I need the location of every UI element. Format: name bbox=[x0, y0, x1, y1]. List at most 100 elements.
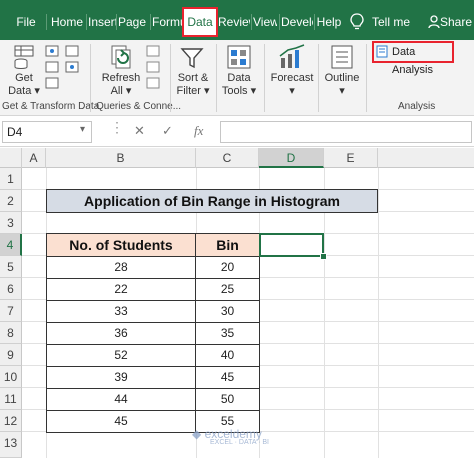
data-tools-label-2: Tools ▾ bbox=[221, 85, 257, 97]
data-tools-icon bbox=[227, 45, 251, 69]
column-header-a[interactable]: A bbox=[22, 148, 46, 168]
formula-bar-more-icon: ⋮ bbox=[110, 119, 124, 135]
tab-insert[interactable]: Insert bbox=[88, 9, 116, 35]
row-header-2[interactable]: 2 bbox=[0, 190, 22, 212]
get-data-button[interactable]: Get Data ▾ bbox=[8, 72, 40, 98]
group-label-queries: Queries & Conne... bbox=[96, 101, 182, 112]
ribbon-separator bbox=[264, 44, 265, 112]
column-header-bar: A B C D E bbox=[0, 148, 474, 168]
data-analysis-icon bbox=[376, 45, 388, 58]
row-header-9[interactable]: 9 bbox=[0, 344, 22, 366]
header-cell-bin[interactable]: Bin bbox=[195, 233, 260, 257]
tab-divider bbox=[46, 14, 47, 30]
sort-filter-button[interactable]: Sort & Filter ▾ bbox=[174, 72, 212, 98]
exceldemy-watermark: ◆ exceldemy EXCEL · DATA · BI bbox=[192, 427, 269, 446]
row-header-8[interactable]: 8 bbox=[0, 322, 22, 344]
cell-students[interactable]: 44 bbox=[46, 389, 196, 411]
cell-bin[interactable]: 35 bbox=[195, 323, 260, 345]
cell-bin[interactable]: 45 bbox=[195, 367, 260, 389]
fill-handle[interactable] bbox=[320, 253, 327, 260]
tab-home[interactable]: Home bbox=[50, 9, 84, 35]
row-header-12[interactable]: 12 bbox=[0, 410, 22, 432]
tab-data-highlight bbox=[182, 7, 218, 37]
row-header-10[interactable]: 10 bbox=[0, 366, 22, 388]
tab-divider bbox=[279, 14, 280, 30]
refresh-label-1: Refresh bbox=[101, 72, 141, 84]
row-header-7[interactable]: 7 bbox=[0, 300, 22, 322]
forecast-button[interactable]: Forecast ▾ bbox=[270, 72, 314, 98]
name-box[interactable]: D4 bbox=[2, 121, 92, 143]
data-tools-label-1: Data bbox=[227, 72, 251, 84]
cell-students[interactable]: 22 bbox=[46, 279, 196, 301]
tab-review[interactable]: Review bbox=[218, 9, 250, 35]
data-tools-button[interactable]: Data Tools ▾ bbox=[220, 72, 258, 98]
sheet-title-cell[interactable]: Application of Bin Range in Histogram bbox=[46, 189, 378, 213]
column-header-d[interactable]: D bbox=[259, 148, 324, 168]
cell-bin[interactable]: 50 bbox=[195, 389, 260, 411]
ribbon-separator bbox=[90, 44, 91, 112]
get-data-label-2: Data ▾ bbox=[8, 85, 40, 97]
ribbon-separator bbox=[170, 44, 171, 112]
enter-check-icon[interactable]: ✓ bbox=[162, 123, 173, 139]
tab-divider bbox=[116, 14, 117, 30]
select-all-corner[interactable] bbox=[0, 148, 22, 168]
tell-me-search[interactable]: Tell me bbox=[372, 9, 410, 35]
cell-students[interactable]: 45 bbox=[46, 411, 196, 433]
queries-small-icons bbox=[146, 45, 160, 89]
refresh-all-icon bbox=[111, 45, 131, 69]
header-cell-students[interactable]: No. of Students bbox=[46, 233, 196, 257]
tab-divider bbox=[150, 14, 151, 30]
cell-bin[interactable]: 30 bbox=[195, 301, 260, 323]
lightbulb-icon[interactable] bbox=[350, 13, 364, 31]
row-header-1[interactable]: 1 bbox=[0, 168, 22, 190]
insert-function-icon[interactable]: fx bbox=[194, 123, 203, 139]
get-data-label-1: Get bbox=[15, 72, 33, 84]
row-header-4[interactable]: 4 bbox=[0, 234, 22, 256]
outline-icon bbox=[331, 45, 353, 69]
active-cell-d4[interactable] bbox=[259, 233, 324, 257]
cell-students[interactable]: 39 bbox=[46, 367, 196, 389]
watermark-logo-icon: ◆ bbox=[192, 427, 205, 441]
tab-file[interactable]: File bbox=[14, 9, 38, 35]
tab-help[interactable]: Help bbox=[316, 9, 342, 35]
forecast-chart-icon bbox=[279, 44, 305, 68]
tab-divider bbox=[251, 14, 252, 30]
formula-input[interactable] bbox=[220, 121, 472, 143]
cell-students[interactable]: 52 bbox=[46, 345, 196, 367]
cell-bin[interactable]: 25 bbox=[195, 279, 260, 301]
ribbon-separator bbox=[366, 44, 367, 112]
watermark-tagline: EXCEL · DATA · BI bbox=[210, 439, 269, 446]
name-box-dropdown-icon[interactable]: ▾ bbox=[80, 124, 85, 135]
row-header-11[interactable]: 11 bbox=[0, 388, 22, 410]
group-label-analysis: Analysis bbox=[398, 101, 436, 112]
column-header-b[interactable]: B bbox=[46, 148, 196, 168]
cell-students[interactable]: 33 bbox=[46, 301, 196, 323]
row-header-5[interactable]: 5 bbox=[0, 256, 22, 278]
cell-students[interactable]: 28 bbox=[46, 257, 196, 279]
tab-divider bbox=[86, 14, 87, 30]
column-header-c[interactable]: C bbox=[196, 148, 259, 168]
tab-developer[interactable]: Develo bbox=[281, 9, 313, 35]
row-header-13[interactable]: 13 bbox=[0, 432, 22, 458]
refresh-all-button[interactable]: Refresh All ▾ bbox=[100, 72, 142, 98]
sort-filter-label-2: Filter ▾ bbox=[176, 85, 210, 97]
row-header-6[interactable]: 6 bbox=[0, 278, 22, 300]
outline-button[interactable]: Outline ▾ bbox=[322, 72, 362, 98]
cell-bin[interactable]: 20 bbox=[195, 257, 260, 279]
outline-dropdown-arrow: ▾ bbox=[339, 85, 345, 97]
get-data-icon bbox=[14, 45, 34, 69]
ribbon-tab-bar: File Home Insert Page L Formu Data Revie… bbox=[0, 0, 474, 40]
column-header-e[interactable]: E bbox=[324, 148, 378, 168]
share-button[interactable]: Share bbox=[440, 9, 472, 35]
tab-formulas[interactable]: Formu bbox=[152, 9, 182, 35]
tab-view[interactable]: View bbox=[253, 9, 277, 35]
tab-page-layout[interactable]: Page L bbox=[118, 9, 150, 35]
row-header-3[interactable]: 3 bbox=[0, 212, 22, 234]
ribbon-separator bbox=[318, 44, 319, 112]
cancel-x-icon[interactable]: ✕ bbox=[134, 123, 145, 139]
cell-students[interactable]: 36 bbox=[46, 323, 196, 345]
tab-divider bbox=[314, 14, 315, 30]
data-analysis-label: Data Analysis bbox=[392, 46, 433, 76]
cell-bin[interactable]: 40 bbox=[195, 345, 260, 367]
share-person-icon bbox=[428, 15, 440, 29]
